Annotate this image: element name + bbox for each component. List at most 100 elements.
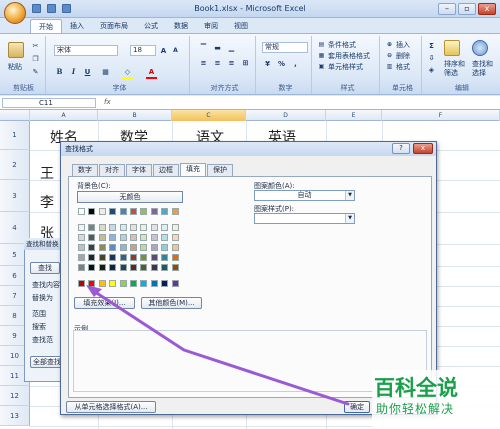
dialog-close-button[interactable]: x (413, 143, 433, 154)
color-swatch[interactable] (98, 244, 106, 251)
tab-home[interactable]: 开始 (30, 19, 62, 33)
color-swatch[interactable] (150, 280, 158, 287)
color-swatch[interactable] (140, 208, 148, 215)
color-swatch[interactable] (98, 208, 106, 215)
column-header-a[interactable]: A (30, 110, 98, 121)
color-swatch[interactable] (88, 234, 96, 241)
color-swatch[interactable] (150, 264, 158, 271)
tab-data[interactable]: 数据 (166, 19, 196, 33)
color-swatch[interactable] (150, 234, 158, 241)
pattern-style-select[interactable]: ▼ (254, 213, 355, 224)
color-swatch[interactable] (171, 280, 179, 287)
choose-from-cell-button[interactable]: 从单元格选择格式(A)... (66, 401, 156, 413)
color-swatch[interactable] (119, 280, 127, 287)
color-swatch[interactable] (98, 224, 106, 231)
merge-cells-icon[interactable]: ⊞ (240, 57, 251, 68)
color-swatch[interactable] (78, 234, 85, 241)
color-swatch[interactable] (171, 208, 179, 215)
shrink-font-icon[interactable]: A (170, 45, 181, 56)
color-swatch[interactable] (119, 224, 127, 231)
fill-effects-button[interactable]: 填充效果(I)... (74, 297, 135, 309)
font-size-select[interactable]: 18 (130, 45, 156, 56)
currency-icon[interactable]: ¥ (262, 58, 273, 69)
font-color-icon[interactable]: A (146, 66, 157, 77)
color-swatch[interactable] (109, 224, 117, 231)
office-button[interactable] (4, 2, 26, 24)
color-swatch[interactable] (78, 254, 85, 261)
color-swatch[interactable] (130, 280, 137, 287)
border-icon[interactable]: ▦ (100, 66, 111, 77)
color-swatch[interactable] (150, 224, 158, 231)
minimize-button[interactable]: – (438, 3, 456, 15)
color-swatch[interactable] (140, 244, 148, 251)
color-swatch[interactable] (161, 264, 169, 271)
row-header[interactable]: 13 (0, 406, 30, 426)
color-swatch[interactable] (78, 264, 85, 271)
color-swatch[interactable] (130, 224, 137, 231)
color-swatch[interactable] (109, 244, 117, 251)
align-left-icon[interactable]: ≡ (198, 57, 209, 68)
color-swatch[interactable] (98, 254, 106, 261)
bold-button[interactable]: B (54, 66, 65, 77)
color-swatch[interactable] (109, 234, 117, 241)
color-swatch[interactable] (171, 254, 179, 261)
column-header-f[interactable]: F (382, 110, 500, 121)
color-swatch[interactable] (78, 224, 85, 231)
column-header-d[interactable]: D (246, 110, 326, 121)
color-swatch[interactable] (140, 224, 148, 231)
color-swatch[interactable] (130, 264, 137, 271)
format-painter-icon[interactable]: ✎ (30, 66, 41, 77)
autosum-icon[interactable]: Σ (426, 40, 437, 51)
color-swatch[interactable] (119, 254, 127, 261)
color-swatch[interactable] (150, 254, 158, 261)
tab-number[interactable]: 数字 (72, 164, 98, 176)
row-header[interactable]: 2 (0, 150, 30, 180)
format-cells-button[interactable]: 格式 (396, 62, 410, 72)
close-window-button[interactable]: x (478, 3, 496, 15)
color-swatch[interactable] (161, 254, 169, 261)
color-swatch[interactable] (88, 264, 96, 271)
tab-insert[interactable]: 插入 (62, 19, 92, 33)
align-right-icon[interactable]: ≡ (226, 57, 237, 68)
color-swatch[interactable] (150, 244, 158, 251)
color-swatch[interactable] (130, 208, 137, 215)
row-header[interactable]: 12 (0, 386, 30, 406)
number-format-select[interactable]: 常规 (262, 42, 308, 53)
color-swatch[interactable] (171, 224, 179, 231)
color-swatch[interactable] (98, 234, 106, 241)
cell-a3[interactable]: 李 (40, 192, 54, 212)
color-swatch[interactable] (119, 244, 127, 251)
align-bottom-icon[interactable]: ▁ (226, 42, 237, 53)
tab-alignment[interactable]: 对齐 (99, 164, 125, 176)
tab-review[interactable]: 审阅 (196, 19, 226, 33)
color-swatch[interactable] (140, 254, 148, 261)
tab-formulas[interactable]: 公式 (136, 19, 166, 33)
color-swatch[interactable] (161, 234, 169, 241)
color-swatch[interactable] (130, 244, 137, 251)
align-middle-icon[interactable]: ▬ (212, 42, 223, 53)
column-header-e[interactable]: E (326, 110, 382, 121)
fill-color-icon[interactable]: ◇ (122, 66, 133, 77)
color-swatch[interactable] (88, 254, 96, 261)
color-swatch[interactable] (171, 244, 179, 251)
color-swatch[interactable] (140, 280, 148, 287)
select-all-corner[interactable] (0, 110, 30, 121)
more-colors-button[interactable]: 其他颜色(M)... (141, 297, 202, 309)
color-swatch[interactable] (88, 280, 96, 287)
name-box[interactable]: C11 (2, 98, 96, 108)
cell-a2[interactable]: 王 (40, 163, 54, 183)
fx-icon[interactable]: fx (104, 98, 111, 106)
color-swatch[interactable] (150, 208, 158, 215)
color-swatch[interactable] (161, 280, 169, 287)
color-swatch[interactable] (161, 224, 169, 231)
column-header-b[interactable]: B (98, 110, 172, 121)
color-swatch[interactable] (161, 208, 169, 215)
tab-view[interactable]: 视图 (226, 19, 256, 33)
color-swatch[interactable] (119, 234, 127, 241)
color-swatch[interactable] (88, 224, 96, 231)
color-swatch[interactable] (140, 234, 148, 241)
underline-button[interactable]: U (82, 66, 93, 77)
copy-icon[interactable]: ❐ (30, 53, 41, 64)
color-swatch[interactable] (171, 234, 179, 241)
percent-icon[interactable]: % (276, 58, 287, 69)
